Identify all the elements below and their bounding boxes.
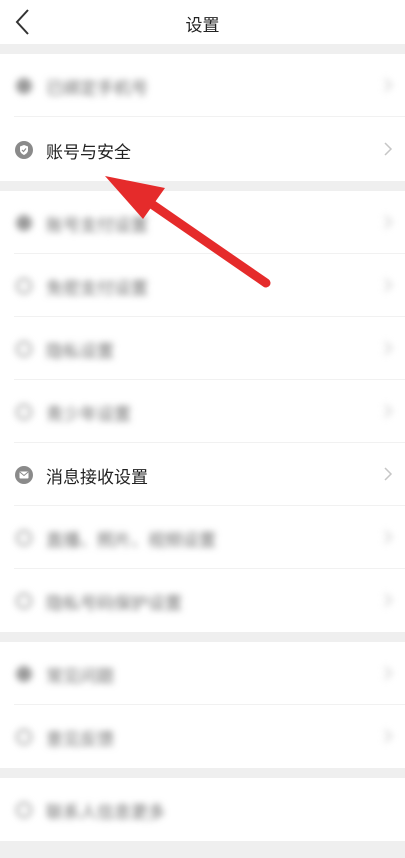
payment-icon	[16, 278, 32, 294]
question-icon	[16, 666, 32, 682]
chevron-right-icon	[384, 142, 393, 156]
chevron-right-icon	[384, 215, 393, 229]
page-title: 设置	[185, 16, 220, 36]
chevron-right-icon	[384, 78, 393, 92]
lock-icon	[16, 341, 32, 357]
settings-row-label: 隐私号码保护设置	[46, 594, 182, 614]
settings-row-label: 青少年设置	[46, 405, 131, 425]
section-divider	[0, 632, 405, 642]
section-divider	[0, 181, 405, 191]
chevron-right-icon	[384, 467, 393, 481]
chevron-right-icon	[384, 404, 393, 418]
teen-icon	[16, 404, 32, 420]
settings-row-account-security[interactable]: 账号与安全	[0, 118, 405, 181]
top-bar: 设置	[0, 0, 405, 44]
settings-row-label: 联系人信息更多	[46, 803, 165, 823]
shield-icon	[15, 141, 33, 159]
settings-row-feedback[interactable]: 意见反馈	[0, 705, 405, 768]
settings-row-label: 常见问题	[46, 667, 114, 687]
section-divider	[0, 768, 405, 778]
chevron-right-icon	[384, 666, 393, 680]
settings-row-faq[interactable]: 常见问题	[0, 642, 405, 705]
settings-row-password-free-payment[interactable]: 免密支付设置	[0, 254, 405, 317]
row-divider	[14, 116, 405, 117]
settings-row-live-photo-video[interactable]: 直播、照片、视频设置	[0, 506, 405, 569]
settings-row-bound-phone[interactable]: 已绑定手机号	[0, 54, 405, 117]
settings-row-teen-mode[interactable]: 青少年设置	[0, 380, 405, 443]
phone-icon	[16, 78, 32, 94]
settings-row-label: 免密支付设置	[46, 279, 148, 299]
settings-row-label: 账号与安全	[46, 143, 131, 163]
contacts-icon	[16, 802, 32, 818]
chevron-right-icon	[384, 341, 393, 355]
settings-row-privacy[interactable]: 隐私设置	[0, 317, 405, 380]
settings-row-number-protection[interactable]: 隐私号码保护设置	[0, 569, 405, 632]
wallet-icon	[16, 215, 32, 231]
video-icon	[16, 530, 32, 546]
settings-row-message-receive[interactable]: 消息接收设置	[0, 443, 405, 506]
chevron-right-icon	[384, 530, 393, 544]
chevron-right-icon	[384, 593, 393, 607]
section-divider	[0, 44, 405, 54]
settings-row-label: 隐私设置	[46, 342, 114, 362]
settings-row-label: 意见反馈	[46, 730, 114, 750]
message-icon	[15, 466, 33, 484]
settings-row-contacts-more[interactable]: 联系人信息更多	[0, 778, 405, 841]
settings-row-label: 账号支付设置	[46, 216, 148, 236]
settings-row-label: 已绑定手机号	[46, 79, 148, 99]
settings-row-label: 消息接收设置	[46, 468, 148, 488]
chevron-right-icon	[384, 278, 393, 292]
settings-row-account-payment[interactable]: 账号支付设置	[0, 191, 405, 254]
protect-icon	[16, 593, 32, 609]
feedback-icon	[16, 729, 32, 745]
section-divider	[0, 841, 405, 858]
chevron-right-icon	[384, 729, 393, 743]
settings-row-label: 直播、照片、视频设置	[46, 531, 216, 551]
